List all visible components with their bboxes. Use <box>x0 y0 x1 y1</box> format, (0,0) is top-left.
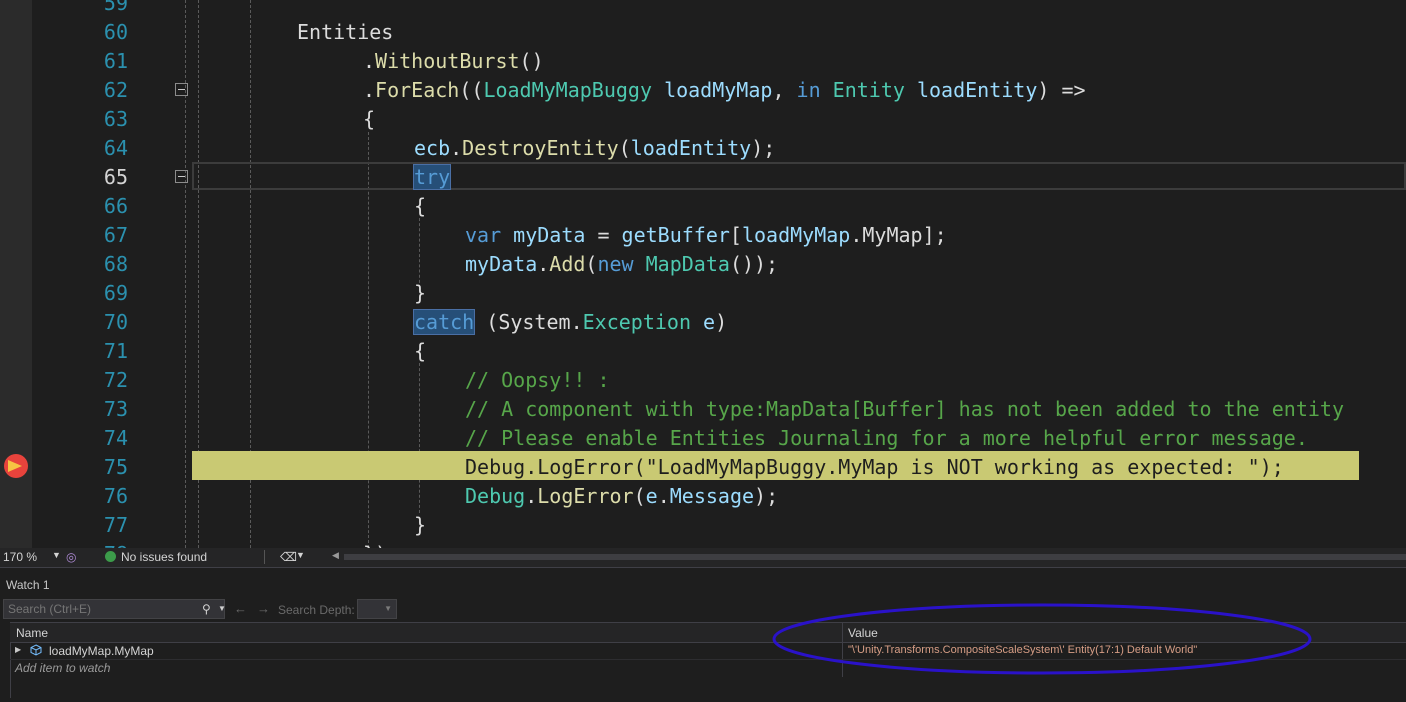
code-line-75[interactable]: Debug.LogError("LoadMyMapBuggy.MyMap is … <box>465 453 1284 482</box>
line-number: 75 <box>103 455 128 479</box>
code-cleanup-brush-icon[interactable]: ⌫ <box>280 550 297 564</box>
zoom-dropdown-icon[interactable]: ▼ <box>52 550 61 560</box>
line-number: 63 <box>103 107 128 131</box>
line-number: 70 <box>103 310 128 334</box>
line-number: 64 <box>103 136 128 160</box>
search-depth-label: Search Depth: <box>278 603 355 617</box>
add-item-placeholder[interactable]: Add item to watch <box>15 661 110 675</box>
chevron-down-icon: ▼ <box>384 604 392 613</box>
indent-guide <box>419 218 420 288</box>
collapse-toggle-icon[interactable] <box>175 83 188 96</box>
column-header-value[interactable]: Value <box>848 626 878 640</box>
line-number: 66 <box>103 194 128 218</box>
current-line-highlight <box>192 162 1406 190</box>
code-line-61[interactable]: .WithoutBurst() <box>363 47 544 76</box>
chevron-down-icon[interactable]: ▼ <box>218 604 226 613</box>
watch-search-box[interactable]: ⚲ ▼ <box>3 599 226 619</box>
code-line-62[interactable]: .ForEach((LoadMyMapBuggy loadMyMap, in E… <box>363 76 1086 105</box>
watch-window: Watch 1 ⚲ ▼ ← → Search Depth: ▼ Name Val… <box>0 567 1406 702</box>
indent-guide <box>368 132 369 548</box>
divider <box>264 550 265 564</box>
chevron-down-icon[interactable]: ▼ <box>296 550 305 560</box>
watch-item-name[interactable]: loadMyMap.MyMap <box>49 644 154 658</box>
column-header-name[interactable]: Name <box>16 626 48 640</box>
line-number: 60 <box>103 20 128 44</box>
code-line-69[interactable]: } <box>414 279 426 308</box>
line-number: 73 <box>103 397 128 421</box>
copilot-icon[interactable]: ◎ <box>66 550 76 564</box>
line-number: 74 <box>103 426 128 450</box>
column-divider <box>842 660 843 677</box>
watch-row[interactable]: ▶ loadMyMap.MyMap "\'Unity.Transforms.Co… <box>10 642 1406 660</box>
collapse-toggle-icon[interactable] <box>175 170 188 183</box>
code-line-65[interactable]: try <box>412 163 452 192</box>
search-back-arrow-icon[interactable]: ← <box>234 601 247 616</box>
line-number: 72 <box>103 368 128 392</box>
editor-status-bar: 170 % ▼ ◎ No issues found ⌫ ▼ ◀ <box>0 548 1406 567</box>
code-line-76[interactable]: Debug.LogError(e.Message); <box>465 482 778 511</box>
code-line-71[interactable]: { <box>414 337 426 366</box>
watch-title: Watch 1 <box>6 578 50 592</box>
line-number: 62 <box>103 78 128 102</box>
line-number: 67 <box>103 223 128 247</box>
line-number: 71 <box>103 339 128 363</box>
breakpoint-execution-arrow-icon[interactable] <box>4 454 28 478</box>
code-line-64[interactable]: ecb.DestroyEntity(loadEntity); <box>414 134 775 163</box>
line-number: 59 <box>103 0 128 15</box>
code-line-78[interactable]: }); <box>363 540 399 548</box>
code-line-72[interactable]: // Oopsy!! : <box>465 366 610 395</box>
watch-item-value[interactable]: "\'Unity.Transforms.CompositeScaleSystem… <box>848 644 1197 656</box>
issues-status[interactable]: No issues found <box>121 550 207 564</box>
code-editor[interactable]: 59 60 61 62 63 64 65 66 67 68 69 70 71 7… <box>0 0 1406 548</box>
search-depth-select[interactable]: ▼ <box>357 599 397 619</box>
code-line-68[interactable]: myData.Add(new MapData()); <box>465 250 778 279</box>
horizontal-scrollbar[interactable] <box>344 554 1406 560</box>
line-number: 61 <box>103 49 128 73</box>
check-circle-icon <box>105 551 116 562</box>
search-icon[interactable]: ⚲ <box>202 602 211 616</box>
line-number: 77 <box>103 513 128 537</box>
line-number: 78 <box>32 540 128 548</box>
search-input[interactable] <box>8 602 188 616</box>
code-line-66[interactable]: { <box>414 192 426 221</box>
line-number: 76 <box>103 484 128 508</box>
code-line-60[interactable]: Entities <box>297 18 393 47</box>
expand-arrow-icon[interactable]: ▶ <box>15 645 21 654</box>
scroll-left-icon[interactable]: ◀ <box>332 550 339 561</box>
zoom-level[interactable]: 170 % <box>3 550 37 564</box>
field-cube-icon <box>30 644 42 656</box>
code-line-74[interactable]: // Please enable Entities Journaling for… <box>465 424 1308 453</box>
line-number: 69 <box>103 281 128 305</box>
code-line-77[interactable]: } <box>414 511 426 540</box>
line-number-current: 65 <box>103 165 128 189</box>
code-line-63[interactable]: { <box>363 105 375 134</box>
search-forward-arrow-icon[interactable]: → <box>257 601 270 616</box>
code-line-70[interactable]: catch (System.Exception e) <box>412 308 727 337</box>
column-divider <box>842 642 843 659</box>
line-number: 68 <box>103 252 128 276</box>
column-resizer[interactable] <box>842 623 843 642</box>
watch-grid-header: Name Value <box>10 622 1406 643</box>
code-line-73[interactable]: // A component with type:MapData[Buffer]… <box>465 395 1344 424</box>
code-line-67[interactable]: var myData = getBuffer[loadMyMap.MyMap]; <box>465 221 947 250</box>
indent-guide <box>419 363 420 513</box>
add-watch-row[interactable]: Add item to watch <box>10 660 1406 677</box>
